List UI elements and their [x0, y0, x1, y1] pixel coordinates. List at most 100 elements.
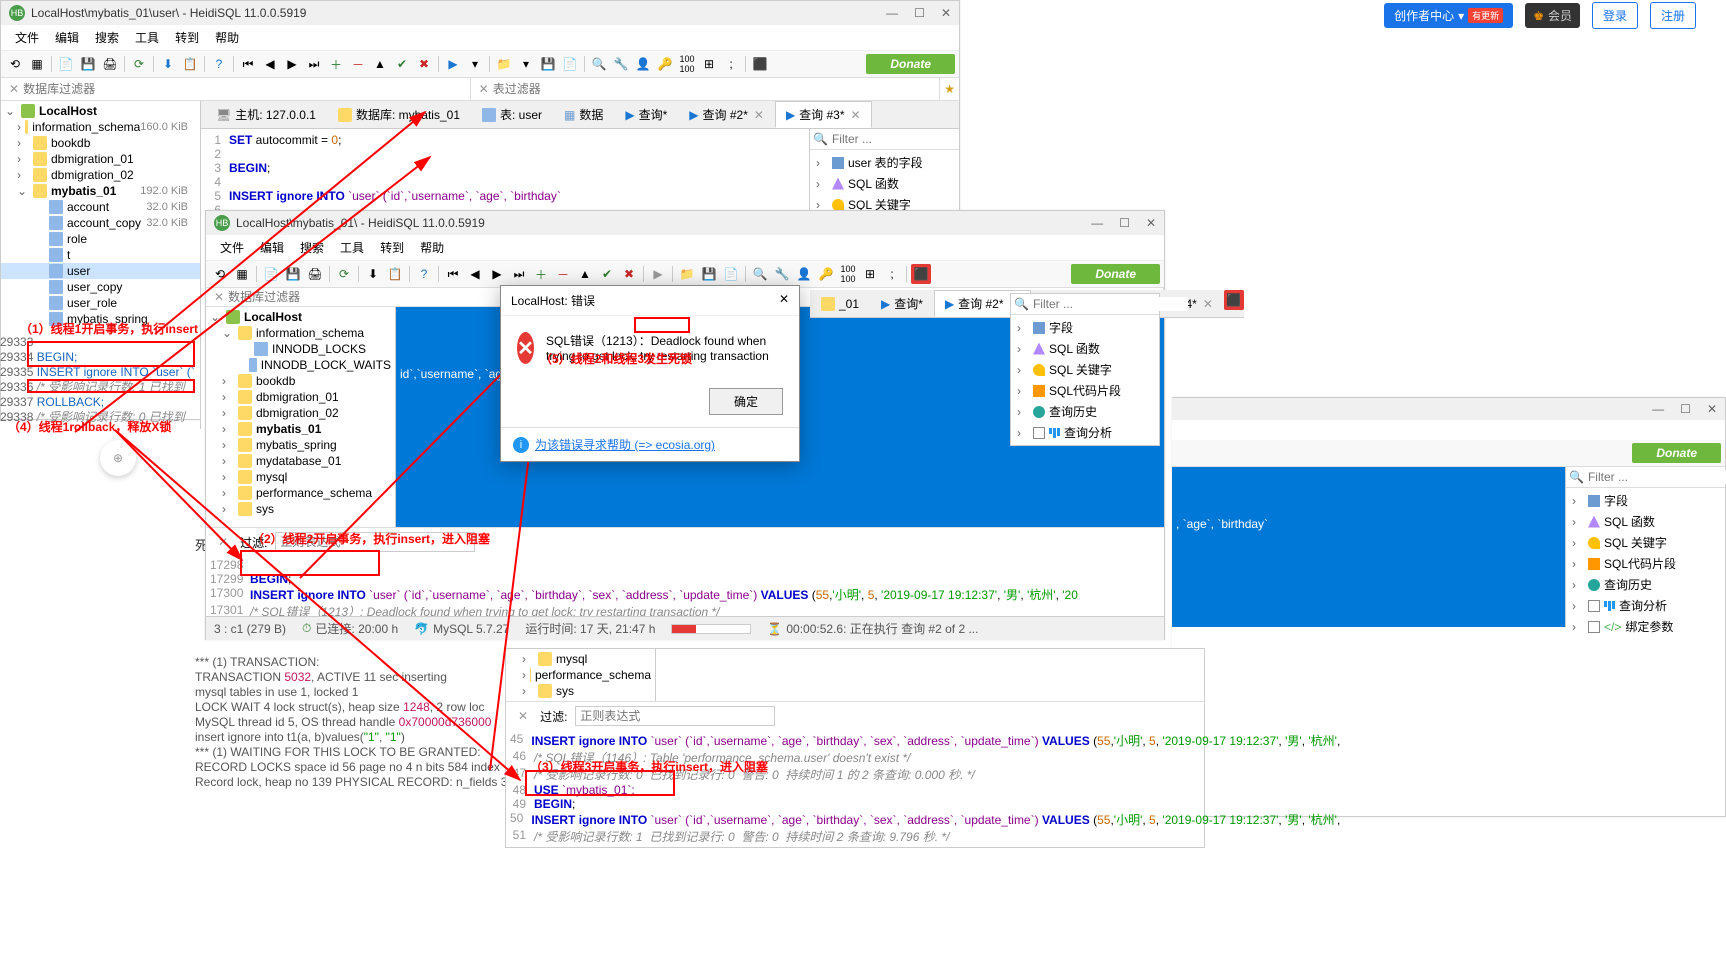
- tool-icon[interactable]: ⟲: [210, 264, 230, 284]
- tree-item[interactable]: INNODB_LOCK_WAITS: [206, 357, 395, 373]
- side-item[interactable]: ›查询分析: [1566, 595, 1725, 616]
- tool-icon[interactable]: 📋: [180, 54, 200, 74]
- tree-item[interactable]: ›dbmigration_02: [206, 405, 395, 421]
- tool-icon[interactable]: ▲: [370, 54, 390, 74]
- nav-first-icon[interactable]: ⏮: [238, 54, 258, 74]
- tool-icon[interactable]: 🔧: [772, 264, 792, 284]
- tool-icon[interactable]: 🖨: [305, 264, 325, 284]
- clear-icon[interactable]: ✕: [514, 709, 532, 723]
- help-link[interactable]: 为该错误寻求帮助 (=> ecosia.org): [535, 436, 715, 453]
- tool-icon[interactable]: ;: [882, 264, 902, 284]
- side-item[interactable]: ›user 表的字段: [810, 152, 959, 173]
- side-item[interactable]: ›SQL 关键字: [1011, 359, 1159, 380]
- editor-tab[interactable]: ▶查询*: [870, 290, 934, 317]
- tree-item[interactable]: mybatis_spring: [1, 311, 200, 327]
- tree-item[interactable]: ⌄mybatis_01192.0 KiB: [1, 183, 200, 199]
- refresh-icon[interactable]: ⟳: [334, 264, 354, 284]
- stop-icon[interactable]: ⬛: [750, 54, 770, 74]
- tree-item[interactable]: ›dbmigration_01: [206, 389, 395, 405]
- tool-icon[interactable]: ⊞: [860, 264, 880, 284]
- tool-icon[interactable]: ⬇: [158, 54, 178, 74]
- minimize-button[interactable]: —: [1091, 216, 1103, 230]
- stop-icon[interactable]: ⬛: [1224, 290, 1244, 310]
- minimize-button[interactable]: —: [1652, 402, 1664, 416]
- clear-icon[interactable]: ✕: [214, 535, 232, 549]
- folder-icon[interactable]: 📁: [677, 264, 697, 284]
- editor-tab[interactable]: ▶查询*: [614, 101, 678, 128]
- tool-icon[interactable]: 100100: [838, 264, 858, 284]
- tree-item[interactable]: ›mysql: [206, 469, 395, 485]
- tree-item[interactable]: ›information_schema160.0 KiB: [1, 119, 200, 135]
- tree-item[interactable]: role: [1, 231, 200, 247]
- tool-icon[interactable]: 🔧: [611, 54, 631, 74]
- menu-item[interactable]: 编辑: [49, 27, 85, 48]
- menu-item[interactable]: 转到: [169, 27, 205, 48]
- tree-item[interactable]: user: [1, 263, 200, 279]
- menu-item[interactable]: 工具: [334, 237, 370, 258]
- help-icon[interactable]: ?: [209, 54, 229, 74]
- side-item[interactable]: ›查询历史: [1011, 401, 1159, 422]
- side-item[interactable]: ›字段: [1011, 317, 1159, 338]
- run-icon[interactable]: ▶: [443, 54, 463, 74]
- tool-icon[interactable]: 📄: [261, 264, 281, 284]
- tree-item[interactable]: ›sys: [206, 501, 395, 517]
- maximize-button[interactable]: ☐: [1680, 402, 1691, 416]
- commit-icon[interactable]: ✔: [392, 54, 412, 74]
- close-button[interactable]: ✕: [1146, 216, 1156, 230]
- side-filter-input[interactable]: [832, 132, 959, 146]
- nav-icon[interactable]: ⏭: [509, 264, 529, 284]
- side-item[interactable]: ›查询历史: [1566, 574, 1725, 595]
- tool-icon[interactable]: ▾: [516, 54, 536, 74]
- side-item[interactable]: ›SQL 函数: [810, 173, 959, 194]
- db-filter-input[interactable]: [23, 82, 466, 96]
- tool-icon[interactable]: ▦: [232, 264, 252, 284]
- editor-tab[interactable]: ▦数据: [553, 101, 614, 128]
- tool-icon[interactable]: ⬇: [363, 264, 383, 284]
- side-filter-input[interactable]: [1033, 297, 1188, 311]
- tool-icon[interactable]: ;: [721, 54, 741, 74]
- clear-icon[interactable]: ✕: [210, 290, 228, 304]
- nav-icon[interactable]: ◀: [465, 264, 485, 284]
- tool-icon[interactable]: 👤: [794, 264, 814, 284]
- tool-icon[interactable]: 🔑: [655, 54, 675, 74]
- regex-filter-input[interactable]: [575, 706, 775, 726]
- side-item[interactable]: ›SQL代码片段: [1011, 380, 1159, 401]
- nav-icon[interactable]: ⏮: [443, 264, 463, 284]
- run-icon[interactable]: ▶: [648, 264, 668, 284]
- tool-icon[interactable]: ⟲: [5, 54, 25, 74]
- tree-item[interactable]: ›mybatis_spring: [206, 437, 395, 453]
- minimize-button[interactable]: —: [886, 6, 898, 20]
- tool-icon[interactable]: ⊞: [699, 54, 719, 74]
- login-button[interactable]: 登录: [1592, 2, 1638, 29]
- side-item[interactable]: ›</>绑定参数: [1566, 616, 1725, 637]
- donate-button[interactable]: Donate: [866, 54, 955, 74]
- editor-tab[interactable]: 🖥主机: 127.0.0.1: [205, 101, 327, 128]
- close-icon[interactable]: ✕: [779, 292, 789, 309]
- editor-tab[interactable]: ▶查询 #3*✕: [775, 101, 872, 128]
- side-item[interactable]: ›查询分析: [1011, 422, 1159, 443]
- side-item[interactable]: ›SQL 函数: [1011, 338, 1159, 359]
- tool-icon[interactable]: 📄: [560, 54, 580, 74]
- tree-item[interactable]: ›performance_schema: [506, 667, 655, 683]
- remove-icon[interactable]: －: [553, 264, 573, 284]
- menu-item[interactable]: 搜索: [294, 237, 330, 258]
- close-button[interactable]: ✕: [941, 6, 951, 20]
- editor-tab[interactable]: ▶查询 #2*✕: [678, 101, 775, 128]
- donate-button[interactable]: Donate: [1071, 264, 1160, 284]
- menu-item[interactable]: 文件: [9, 27, 45, 48]
- tool-icon[interactable]: 📄: [56, 54, 76, 74]
- tool-icon[interactable]: 🔑: [816, 264, 836, 284]
- member-button[interactable]: ♚会员: [1525, 3, 1580, 28]
- remove-icon[interactable]: －: [348, 54, 368, 74]
- editor-tab[interactable]: _01: [810, 290, 870, 317]
- side-item[interactable]: ›SQL 关键字: [1566, 532, 1725, 553]
- close-button[interactable]: ✕: [1707, 402, 1717, 416]
- ok-button[interactable]: 确定: [709, 388, 783, 415]
- tool-icon[interactable]: ▾: [465, 54, 485, 74]
- cancel-icon[interactable]: ✖: [619, 264, 639, 284]
- help-icon[interactable]: ?: [414, 264, 434, 284]
- tree-item[interactable]: ›dbmigration_02: [1, 167, 200, 183]
- maximize-button[interactable]: ☐: [914, 6, 925, 20]
- side-item[interactable]: ›字段: [1566, 490, 1725, 511]
- tool-icon[interactable]: 100100: [677, 54, 697, 74]
